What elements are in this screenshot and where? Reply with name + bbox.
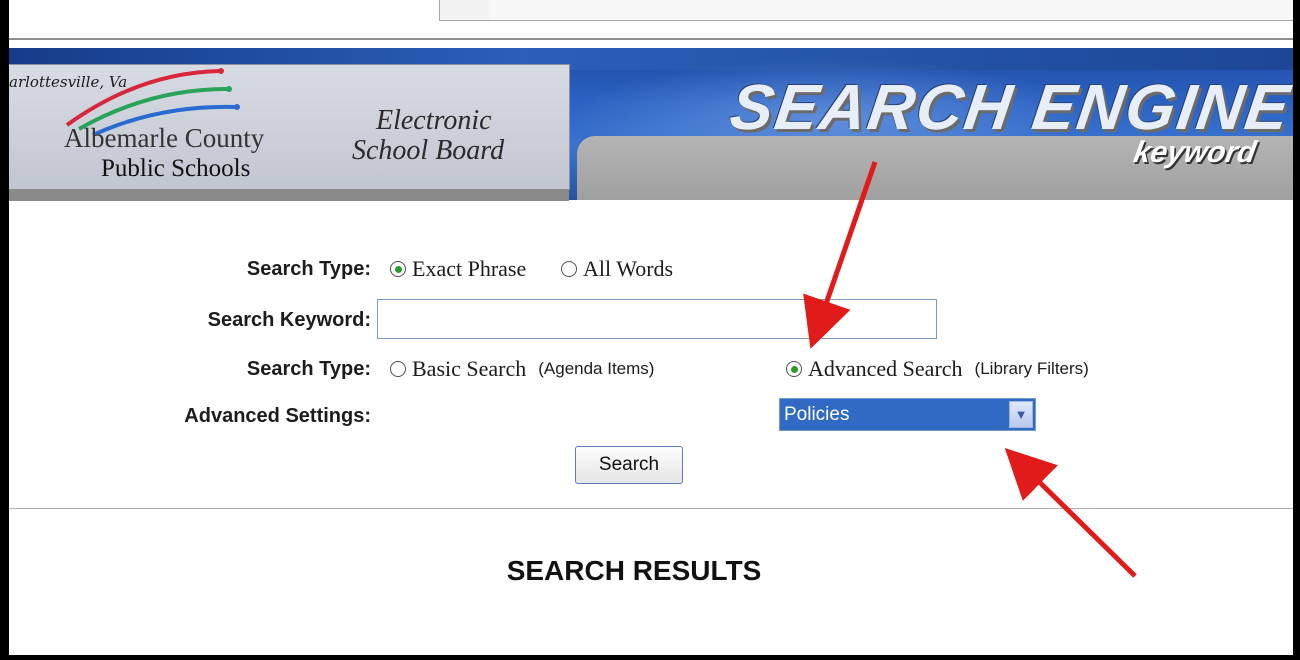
all-words-radio[interactable] [561,261,577,277]
browser-frame: arlottesville, Va Albemarle County Publi… [0,0,1300,660]
org-name-line2: Public Schools [101,155,251,182]
address-bar[interactable] [489,0,1293,21]
search-type-label: Search Type: [246,258,371,280]
exact-phrase-radio[interactable] [390,261,406,277]
advanced-search-label: Advanced Search [808,356,963,381]
page-title: SEARCH ENGINE [725,71,1296,143]
advanced-settings-label: Advanced Settings: [184,405,371,427]
advanced-settings-value: Policies [784,403,850,425]
basic-search-radio[interactable] [390,361,406,377]
basic-search-hint: (Agenda Items) [538,359,655,378]
advanced-settings-select[interactable]: Policies ▼ [779,398,1036,431]
page-subtitle: keyword [1131,136,1259,169]
search-keyword-input[interactable] [377,299,937,339]
advanced-search-hint: (Library Filters) [974,359,1089,378]
advanced-search-option[interactable]: Advanced Search (Library Filters) [786,356,1089,382]
search-button[interactable]: Search [575,446,683,484]
board-title-line1: Electronic [376,105,492,136]
logo-panel: arlottesville, Va Albemarle County Publi… [9,64,570,201]
exact-phrase-label: Exact Phrase [412,256,527,281]
exact-phrase-option[interactable]: Exact Phrase [390,256,526,282]
basic-search-label: Basic Search [412,356,527,381]
advanced-search-radio[interactable] [786,361,802,377]
search-results-heading: SEARCH RESULTS [506,555,762,586]
toolbar-tab[interactable] [439,0,491,21]
chevron-down-icon[interactable]: ▼ [1009,401,1033,428]
search-keyword-label: Search Keyword: [207,309,371,331]
section-divider [9,508,1293,509]
basic-search-option[interactable]: Basic Search (Agenda Items) [390,356,654,382]
logo-panel-shadow [9,189,569,201]
browser-toolbar [9,0,1293,40]
org-name-line1: Albemarle County [64,123,265,153]
search-mode-label: Search Type: [246,358,371,380]
board-title-line2: School Board [352,135,505,166]
all-words-option[interactable]: All Words [561,256,673,282]
all-words-label: All Words [583,256,674,281]
